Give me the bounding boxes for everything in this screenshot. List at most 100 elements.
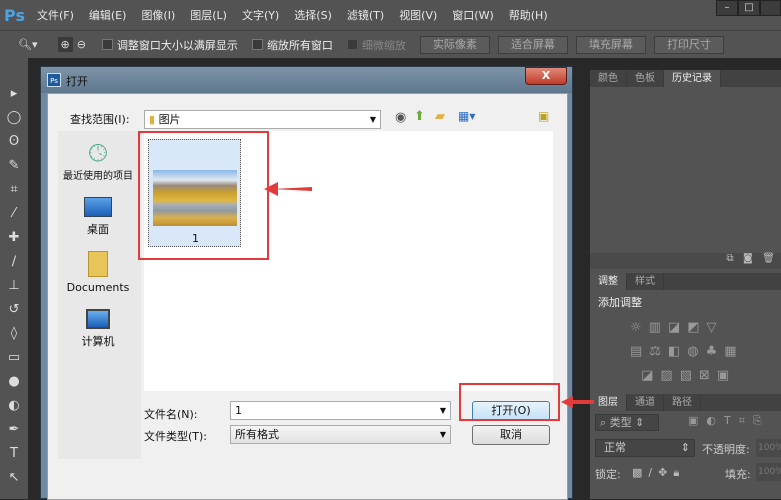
actual-pixels-button[interactable]: 实际像素 [419, 35, 490, 54]
places-bar: 🕓︎ 最近使用的项目 桌面 Documents 计算机 [58, 131, 141, 459]
new-document-icon[interactable]: ⧉ [726, 253, 733, 264]
snapshot-icon[interactable]: ◙ [743, 253, 753, 264]
computer-icon [86, 309, 110, 329]
kind-label: 类型 [609, 416, 632, 429]
look-in-combo[interactable]: ▮ 图片 ▼ [144, 110, 381, 129]
zoom-in-icon[interactable]: ⊕ [57, 37, 73, 52]
brush-tool-icon[interactable]: ∕ [6, 254, 22, 270]
dodge-tool-icon[interactable]: ◐ [6, 398, 22, 414]
scrubby-label: 细微缩放 [361, 38, 406, 52]
healing-tool-icon[interactable]: ✚ [6, 230, 22, 246]
marquee-tool-icon[interactable]: ◯ [6, 110, 22, 126]
zoom-out-icon[interactable]: ⊖ [77, 38, 86, 51]
tab-history[interactable]: 历史记录 [664, 70, 721, 87]
tab-layers[interactable]: 图层 [590, 394, 627, 411]
menu-select[interactable]: 选择(S) [294, 7, 332, 23]
resize-windows-label: 调整窗口大小以满屏显示 [116, 38, 238, 52]
view-menu-icon[interactable]: ▦▾ [458, 109, 475, 123]
path-select-tool-icon[interactable]: ↖ [6, 470, 22, 486]
place-recent[interactable]: 🕓︎ 最近使用的项目 [58, 139, 138, 182]
fit-screen-button[interactable]: 适合屏幕 [497, 35, 568, 54]
filetype-select[interactable]: 所有格式 ▼ [230, 425, 451, 444]
menu-layer[interactable]: 图层(L) [190, 7, 227, 23]
blend-mode-select[interactable]: 正常 ⇕ [595, 439, 695, 457]
close-window-button[interactable] [760, 0, 781, 16]
type-tool-icon[interactable]: T [6, 446, 22, 462]
history-brush-icon[interactable]: ↺ [6, 302, 22, 318]
menu-filter[interactable]: 滤镜(T) [347, 7, 384, 23]
menu-window[interactable]: 窗口(W) [452, 7, 493, 23]
place-computer[interactable]: 计算机 [58, 309, 138, 349]
tab-adjustments[interactable]: 调整 [590, 273, 627, 290]
tools-panel: ▸ ◯ ʘ ✎ ⌗ ⁄ ✚ ∕ ⊥ ↺ ◊ ▭ ● ◐ ✒ T ↖ [0, 58, 28, 499]
lock-icons[interactable]: ▩∕✥🔒︎ [632, 466, 685, 480]
adjustment-icons[interactable]: ☼▥◪◩▽ ▤⚖◧◍♣▦ ◪▨▧⊠▣ [630, 316, 770, 388]
lasso-tool-icon[interactable]: ʘ [6, 134, 22, 150]
blend-mode-value: 正常 [604, 441, 626, 454]
pen-tool-icon[interactable]: ✒ [6, 422, 22, 438]
filename-input[interactable]: 1 ▼ [230, 401, 451, 420]
minimize-button[interactable]: – [716, 0, 738, 16]
menu-bar: Ps 文件(F) 编辑(E) 图像(I) 图层(L) 文字(Y) 选择(S) 滤… [0, 0, 781, 30]
trash-icon[interactable]: 🗑︎ [762, 253, 775, 264]
look-in-label: 查找范围(I): [70, 113, 130, 126]
tab-channels[interactable]: 通道 [627, 394, 664, 411]
open-dialog: Ps 打开 X 查找范围(I): ▮ 图片 ▼ ◉ ⬆ ▰ ▦▾ ▣ 🕓︎ 最近使用… [40, 66, 573, 500]
tab-swatches[interactable]: 色板 [627, 70, 664, 87]
scrubby-checkbox[interactable] [346, 39, 358, 50]
filetype-value: 所有格式 [235, 428, 279, 441]
right-panels: 颜色 色板 历史记录 ⧉ ◙ 🗑︎ 调整 样式 添加调整 ☼▥◪◩▽ ▤⚖◧◍♣▦… [590, 70, 781, 499]
ps-logo: Ps [4, 5, 25, 25]
menu-help[interactable]: 帮助(H) [509, 7, 548, 23]
dialog-body: 查找范围(I): ▮ 图片 ▼ ◉ ⬆ ▰ ▦▾ ▣ 🕓︎ 最近使用的项目 桌面 D… [47, 93, 568, 500]
resize-windows-checkbox[interactable] [101, 39, 113, 50]
stamp-tool-icon[interactable]: ⊥ [6, 278, 22, 294]
new-folder-icon[interactable]: ▰ [435, 109, 445, 124]
filename-value: 1 [235, 404, 242, 417]
look-in-value: 图片 [158, 113, 181, 126]
zoom-tool-icon[interactable]: 🔍︎▾ [18, 38, 38, 51]
cancel-button[interactable]: 取消 [472, 425, 550, 445]
bridge-icon[interactable]: ▣ [538, 109, 549, 123]
menu-image[interactable]: 图像(I) [141, 7, 175, 23]
print-size-button[interactable]: 打印尺寸 [653, 35, 724, 54]
opacity-field[interactable]: 100% [756, 439, 781, 457]
place-documents[interactable]: Documents [58, 251, 138, 294]
menu-view[interactable]: 视图(V) [399, 7, 437, 23]
back-icon[interactable]: ◉ [395, 110, 406, 125]
eyedropper-tool-icon[interactable]: ⁄ [6, 206, 22, 222]
quick-select-tool-icon[interactable]: ✎ [6, 158, 22, 174]
layer-filter-icons[interactable]: ▣◐T⌗⎘ [688, 414, 770, 428]
add-adjustment-label: 添加调整 [598, 296, 642, 309]
recent-icon: 🕓︎ [88, 139, 108, 167]
folder-icon: ▮ [149, 113, 156, 126]
tab-color[interactable]: 颜色 [590, 70, 627, 87]
zoom-all-checkbox[interactable] [251, 39, 263, 50]
gradient-tool-icon[interactable]: ▭ [6, 350, 22, 366]
arrow-head-file [264, 182, 278, 196]
dialog-titlebar: Ps 打开 X [41, 67, 572, 93]
tab-paths[interactable]: 路径 [664, 394, 701, 411]
ps-dialog-icon: Ps [47, 73, 61, 87]
layer-kind-filter[interactable]: ⌕ 类型 ⇕ [595, 414, 659, 431]
zoom-all-label: 缩放所有窗口 [266, 38, 333, 52]
desktop-icon [84, 197, 112, 217]
place-desktop[interactable]: 桌面 [58, 197, 138, 237]
menu-edit[interactable]: 编辑(E) [89, 7, 127, 23]
lock-label: 锁定: [595, 468, 621, 481]
highlight-box-file [138, 131, 269, 260]
menu-type[interactable]: 文字(Y) [242, 7, 279, 23]
up-folder-icon[interactable]: ⬆ [414, 109, 425, 124]
place-recent-label: 最近使用的项目 [63, 171, 133, 182]
blur-tool-icon[interactable]: ● [6, 374, 22, 390]
eraser-tool-icon[interactable]: ◊ [6, 326, 22, 342]
fill-field[interactable]: 100% [756, 463, 781, 481]
menu-file[interactable]: 文件(F) [37, 7, 74, 23]
highlight-box-open [459, 383, 560, 421]
tab-styles[interactable]: 样式 [627, 273, 664, 290]
maximize-button[interactable]: □ [738, 0, 760, 16]
move-tool-icon[interactable]: ▸ [6, 86, 22, 102]
dialog-close-button[interactable]: X [525, 67, 567, 85]
crop-tool-icon[interactable]: ⌗ [6, 182, 22, 198]
fill-screen-button[interactable]: 填充屏幕 [575, 35, 646, 54]
